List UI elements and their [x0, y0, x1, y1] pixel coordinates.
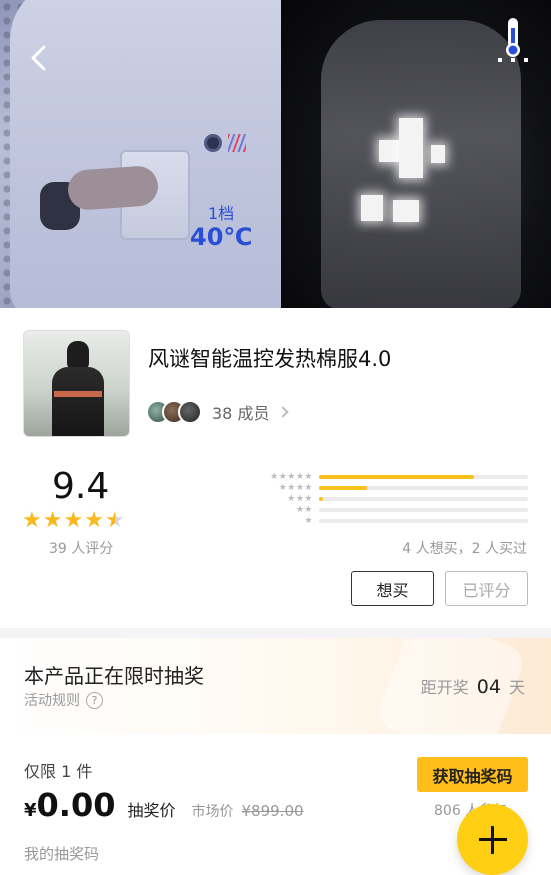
product-gallery[interactable]: 1档 40℃ — [0, 0, 551, 308]
jacket-button-badge — [204, 134, 222, 152]
thermometer-icon[interactable] — [496, 16, 530, 64]
glow-panel — [399, 118, 423, 178]
get-lottery-code-button[interactable]: 获取抽奖码 — [417, 757, 528, 792]
distribution-bar-fill — [319, 475, 474, 479]
heat-level-label: 1档 — [208, 204, 235, 223]
distribution-bar-track — [319, 519, 528, 523]
star-icon: ★ — [63, 508, 84, 533]
rating-distribution-row: ★ — [254, 515, 529, 527]
star-icon: ★ — [22, 508, 42, 533]
glow-panel — [431, 145, 445, 163]
product-title: 风谜智能温控发热棉服4.0 — [148, 347, 392, 371]
my-lottery-code-link[interactable]: 我的抽奖码 — [24, 843, 99, 864]
distribution-stars-icon: ★ — [304, 516, 313, 526]
price-symbol: ¥ — [24, 800, 37, 821]
market-price-value: ¥899.00 — [241, 802, 304, 820]
countdown-unit: 天 — [508, 678, 525, 697]
countdown: 距开奖 04 天 — [421, 674, 525, 698]
chevron-right-icon — [277, 406, 290, 418]
glow-panel — [393, 200, 419, 222]
thumbnail-person — [52, 367, 104, 436]
want-button[interactable]: 想买 — [351, 571, 434, 606]
price-row: ¥ 0.00 抽奖价 市场价 ¥899.00 — [24, 786, 304, 824]
glow-panel — [379, 140, 399, 162]
countdown-label: 距开奖 — [420, 678, 469, 697]
members-link[interactable]: 38 成员 — [146, 398, 290, 426]
lottery-title: 本产品正在限时抽奖 — [24, 664, 204, 688]
market-price-label: 市场价 — [191, 804, 234, 820]
distribution-bar-track — [319, 475, 528, 479]
thumbnail-jacket-stripe — [54, 391, 102, 397]
half-star-icon: ★ — [104, 508, 125, 533]
limit-text: 仅限 1 件 — [24, 762, 93, 781]
rating-stars: ★ ★ ★ ★ ★ — [22, 510, 126, 532]
glow-panel — [361, 195, 383, 221]
price-label: 抽奖价 — [127, 801, 176, 820]
star-icon: ★ — [42, 508, 63, 533]
temperature-label: 40℃ — [190, 223, 253, 251]
distribution-bar-fill — [319, 497, 324, 501]
rules-link[interactable]: 活动规则 ? — [24, 690, 103, 710]
rating-count: 39 人评分 — [49, 541, 114, 557]
question-icon: ? — [86, 691, 103, 709]
brand-logo — [228, 134, 246, 152]
rated-button[interactable]: 已评分 — [445, 571, 528, 606]
plus-icon — [491, 825, 494, 854]
product-thumbnail[interactable] — [23, 330, 130, 437]
distribution-bar-track — [319, 486, 528, 490]
distribution-bar-track — [319, 508, 528, 512]
countdown-value: 04 — [476, 676, 501, 698]
price-value: 0.00 — [36, 786, 116, 824]
back-arrow-icon[interactable] — [28, 44, 50, 72]
hand-image — [66, 164, 160, 212]
add-button[interactable] — [457, 804, 528, 875]
star-icon: ★ — [84, 508, 104, 533]
avatar — [178, 400, 202, 424]
rules-label: 活动规则 — [24, 693, 80, 709]
distribution-bar-track — [319, 497, 528, 501]
section-divider — [0, 628, 551, 638]
rating-score: 9.4 — [52, 466, 110, 507]
distribution-bar-fill — [319, 486, 368, 490]
members-count: 38 成员 — [212, 404, 270, 423]
want-summary: 4 人想买，2 人买过 — [402, 541, 527, 557]
